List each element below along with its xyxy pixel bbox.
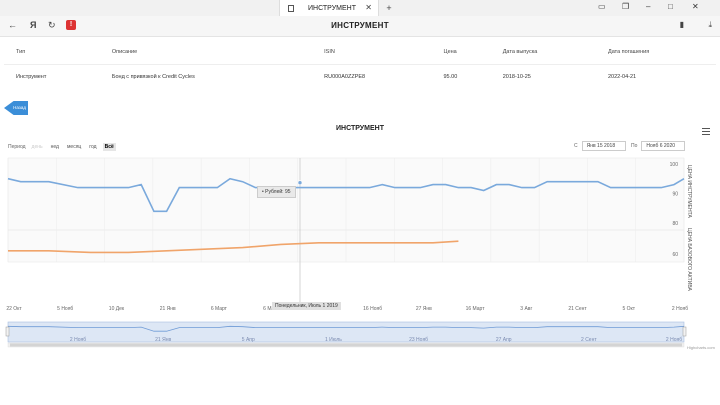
range-to-input[interactable]: Нояб 6 2020 <box>641 141 686 151</box>
cell-maturity-date: 2022-04-21 <box>607 74 637 80</box>
y-axis-labels: 80 90 100 60 <box>670 162 679 258</box>
new-tab-icon[interactable]: + <box>384 3 394 13</box>
minimize-icon[interactable]: – <box>646 2 650 11</box>
chart-grid <box>7 157 685 302</box>
y-tick-label: 100 <box>670 162 679 168</box>
chart-title: ИНСТРУМЕНТ <box>335 125 384 132</box>
axis-price-label: ЦЕНА ИНСТРУМЕНТА <box>686 165 692 218</box>
series-line-0 <box>7 177 685 213</box>
table-row: Инструмент Бонд с привязкой к Credit Cyc… <box>4 65 716 90</box>
period-week-button[interactable]: нед <box>49 143 61 151</box>
header-issue-date: Дата выпуска <box>490 40 596 65</box>
header-isin: ISIN <box>312 40 432 65</box>
instrument-table: Тип Описание ISIN Цена Дата выпуска Дата… <box>4 40 716 89</box>
back-button[interactable]: Назад <box>4 101 28 115</box>
chart-credits[interactable]: Highcharts.com <box>687 345 715 350</box>
chart-menu-icon[interactable] <box>702 128 710 137</box>
navigator-handle-right[interactable] <box>682 326 687 337</box>
plot-area <box>7 157 685 263</box>
x-tick-label: 21 Янв <box>160 306 176 312</box>
header-price: Цена <box>431 40 491 65</box>
range-from-label: С <box>574 143 578 149</box>
period-selector: Период день нед месяц год Всё <box>8 143 116 151</box>
x-tick-label: 5 Окт <box>622 306 635 312</box>
navigator-series <box>7 325 685 332</box>
cell-isin: RU000A0ZZPE8 <box>324 74 366 80</box>
period-label: Период <box>8 144 26 150</box>
navigator-window[interactable] <box>7 321 685 343</box>
navigator-tick-label: 23 Нояб <box>409 337 428 343</box>
app-navbar: ← Я ↻ ! ИНСТРУМЕНТ ▮ ⤓ <box>0 16 720 37</box>
x-tick-label: 2 Нояб <box>672 306 688 312</box>
cell-issue-date: 2018-10-25 <box>502 74 531 80</box>
x-tick-label: 6 Март <box>211 306 228 312</box>
x-tick-label: 21 Сент <box>568 306 587 312</box>
navigator-tick-label: 1 Июль <box>325 337 342 343</box>
browser-tabstrip: ИНСТРУМЕНТ ✕ + ▭ ❐ – □ ✕ <box>0 0 720 16</box>
x-tick-label: 22 Окт <box>6 306 22 312</box>
navigator-tick-label: 2 Сент <box>581 337 597 343</box>
navigator-tick-label: 5 Апр <box>242 337 255 343</box>
x-tick-label: 27 Янв <box>416 306 432 312</box>
x-tick-label: 3 Авг <box>520 306 532 312</box>
browser-tab[interactable]: ИНСТРУМЕНТ ✕ <box>279 0 379 16</box>
close-window-icon[interactable]: ✕ <box>692 2 699 11</box>
chart-series <box>7 177 685 254</box>
crosshair-label: Понедельник, Июль 1 2019 <box>272 302 341 310</box>
navigator-tick-label: 2 Нояб <box>70 337 86 343</box>
x-tick-label: 16 Нояб <box>363 306 382 312</box>
x-tick-label: 5 Нояб <box>57 306 73 312</box>
y-tick-label: 80 <box>672 221 678 227</box>
axis-base-label: ЦЕНА БАЗОВОГО АКТИВА <box>686 228 692 291</box>
x-tick-label: 10 Дек <box>109 306 125 312</box>
range-from-input[interactable]: Янв 15 2018 <box>581 141 626 151</box>
close-tab-icon[interactable]: ✕ <box>365 3 372 12</box>
period-day-button[interactable]: день <box>30 143 45 151</box>
x-tick-label: 16 Март <box>466 306 486 312</box>
maximize-icon[interactable]: □ <box>668 2 673 11</box>
navigator-tick-label: 21 Янв <box>155 337 171 343</box>
cell-description: Бонд с привязкой к Credit Cycles <box>111 74 195 80</box>
scrollbar-thumb[interactable] <box>10 343 682 347</box>
page-title: ИНСТРУМЕНТ <box>331 21 389 30</box>
series-line-1 <box>8 240 459 254</box>
chart-tooltip: • Рублей: 95 <box>257 186 296 198</box>
y-tick-label: 90 <box>672 192 678 198</box>
download-icon[interactable]: ⤓ <box>708 20 712 30</box>
tablet-mode-icon[interactable]: ▭ <box>598 2 606 11</box>
header-type: Тип <box>4 40 100 65</box>
scrollbar-track[interactable] <box>7 342 685 348</box>
page-icon <box>288 4 294 12</box>
cell-price: 95.00 <box>443 74 458 80</box>
header-maturity-date: Дата погашения <box>595 40 716 65</box>
period-year-button[interactable]: год <box>87 143 98 151</box>
navigator-handle-left[interactable] <box>5 326 10 337</box>
range-from: С Янв 15 2018 <box>574 141 626 151</box>
range-to: По Нояб 6 2020 <box>631 141 686 151</box>
table-header-row: Тип Описание ISIN Цена Дата выпуска Дата… <box>4 40 716 65</box>
period-month-button[interactable]: месяц <box>65 143 83 151</box>
restore-icon[interactable]: ❐ <box>622 2 629 11</box>
header-description: Описание <box>99 40 313 65</box>
navigator[interactable]: 2 Нояб 21 Янв 5 Апр 1 Июль 23 Нояб 27 Апр 2 Се… <box>5 321 687 348</box>
range-to-label: По <box>631 143 638 149</box>
navigator-tick-label: 2 Нояб <box>666 337 682 343</box>
bookmark-icon[interactable]: ▮ <box>680 20 684 29</box>
tab-title: ИНСТРУМЕНТ <box>308 4 356 12</box>
period-all-button[interactable]: Всё <box>102 143 116 151</box>
hover-point <box>297 180 303 186</box>
navigator-tick-label: 27 Апр <box>496 337 512 343</box>
x-axis-labels: 22 Окт 5 Нояб 10 Дек 21 Янв 6 Март 6 Май 16 Но… <box>6 305 688 312</box>
y-tick-label: 60 <box>672 252 678 258</box>
cell-type: Инструмент <box>16 74 47 80</box>
